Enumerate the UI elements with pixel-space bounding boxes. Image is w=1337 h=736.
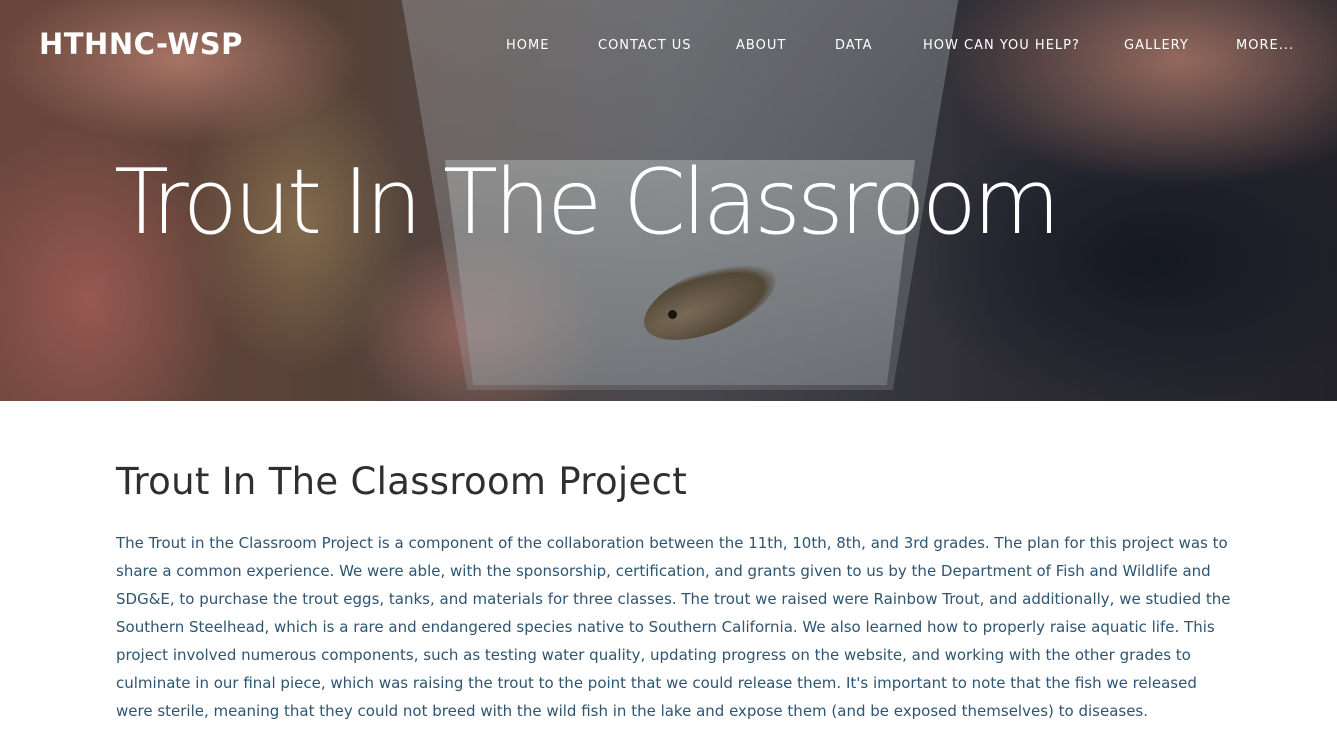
- nav-menu: HOME CONTACT US ABOUT DATA HOW CAN YOU H…: [0, 38, 1337, 58]
- nav-item-more[interactable]: MORE...: [1236, 38, 1294, 53]
- hero-title: Trout In The Classroom: [114, 150, 1061, 255]
- project-description: The Trout in the Classroom Project is a …: [116, 534, 1231, 720]
- nav-item-data[interactable]: DATA: [835, 38, 873, 53]
- hero-banner: HTHNC-WSP HOME CONTACT US ABOUT DATA HOW…: [0, 0, 1337, 401]
- nav-item-how-can-you-help[interactable]: HOW CAN YOU HELP?: [923, 38, 1080, 53]
- top-nav: HTHNC-WSP HOME CONTACT US ABOUT DATA HOW…: [0, 0, 1337, 92]
- main-content: Trout In The Classroom Project The Trout…: [116, 460, 1236, 725]
- nav-item-about[interactable]: ABOUT: [736, 38, 786, 53]
- nav-item-home[interactable]: HOME: [506, 38, 549, 53]
- nav-item-gallery[interactable]: GALLERY: [1124, 38, 1189, 53]
- section-title: Trout In The Classroom Project: [116, 460, 688, 503]
- nav-item-contact-us[interactable]: CONTACT US: [598, 38, 692, 53]
